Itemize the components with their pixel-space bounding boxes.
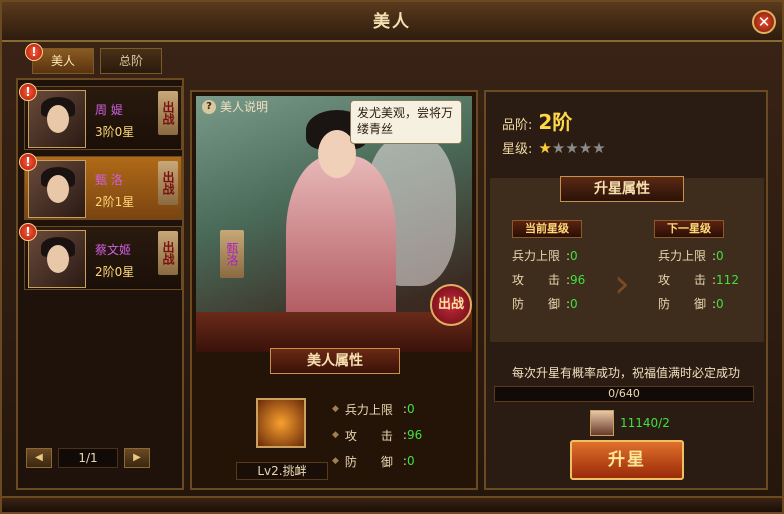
stat-value: 0 [716, 249, 724, 263]
stat-label: 防 御 [344, 454, 393, 469]
stat-value: 0 [570, 297, 578, 311]
stat-value: 0 [406, 402, 415, 416]
beauty-card[interactable]: 周 媞 3阶0星 出战 ! [19, 83, 182, 150]
star-empty-icon: ★ [578, 138, 593, 157]
stat-row: ◆ 防 御:0 [332, 454, 415, 469]
stat-label: 防 御 [512, 297, 561, 311]
beauty-detail: ? 美人说明 发尤美观，尝将万缕青丝 甄洛 出战 美人属性 Lv2.挑衅 ◆ 兵力… [190, 90, 478, 490]
star-row: 星级: ★★★★★ [502, 138, 606, 158]
star-empty-icon: ★ [551, 138, 566, 157]
fight-button[interactable]: 出战 [430, 284, 472, 326]
stat-value: 0 [406, 454, 415, 468]
beauty-name-vertical: 甄洛 [220, 230, 244, 278]
beauty-window: 美人 ✕ 美人 ! 总阶 周 媞 3阶0星 出战 ! 甄 洛 2阶1星 出战 !… [0, 0, 784, 514]
stat-label: 防 御 [658, 297, 707, 311]
alert-badge-icon: ! [19, 83, 37, 101]
stat-label: 兵力上限 [344, 402, 393, 417]
deploy-tag[interactable]: 出战 [158, 91, 178, 135]
upgrade-star-button[interactable]: 升星 [570, 440, 684, 480]
alert-badge-icon: ! [19, 153, 37, 171]
tab-beauty-label: 美人 [50, 54, 75, 68]
beauty-level: 2阶1星 [95, 195, 135, 209]
pager: ◀ 1/1 ▶ [26, 448, 150, 468]
page-number: 1/1 [58, 448, 118, 468]
skill-icon[interactable] [256, 398, 306, 448]
next-page-button[interactable]: ▶ [124, 448, 150, 468]
stat-value: 112 [716, 273, 739, 287]
tab-bar: 美人 ! 总阶 [25, 43, 162, 74]
beauty-card-selected[interactable]: 甄 洛 2阶1星 出战 ! [19, 153, 182, 220]
grade-label: 品阶: [502, 118, 533, 133]
beauty-list: 周 媞 3阶0星 出战 ! 甄 洛 2阶1星 出战 ! 蔡文姬 2阶0星 出战 … [16, 78, 184, 490]
title-bar: 美人 ✕ [2, 2, 782, 42]
next-stats: 兵力上限:0 攻 击:112 防 御:0 [658, 244, 739, 316]
grade-value: 2阶 [538, 110, 573, 134]
arrow-right-icon: › [614, 261, 630, 307]
beauty-name: 周 媞 [95, 103, 123, 117]
beauty-stats: ◆ 兵力上限:0 ◆ 攻 击:96 ◆ 防 御:0 [332, 396, 422, 474]
tab-beauty[interactable]: 美人 ! [25, 43, 94, 74]
upgrade-attr-title: 升星属性 [560, 176, 684, 202]
question-icon: ? [202, 99, 216, 114]
stat-label: 攻 击 [344, 428, 393, 443]
deploy-tag[interactable]: 出战 [158, 161, 178, 205]
alert-badge-icon: ! [25, 43, 43, 61]
cost-value: 11140/2 [620, 416, 670, 430]
upgrade-cost: 11140/2 [590, 410, 670, 436]
beauty-portrait [28, 230, 86, 288]
speech-bubble: 发尤美观，尝将万缕青丝 [350, 100, 462, 144]
bottom-bar [2, 496, 782, 512]
current-star-title: 当前星级 [512, 220, 582, 238]
close-button[interactable]: ✕ [752, 10, 776, 34]
star-empty-icon: ★ [565, 138, 579, 157]
diamond-icon: ◆ [332, 430, 339, 440]
help-label: 美人说明 [220, 100, 269, 114]
stat-label: 攻 击 [512, 273, 561, 287]
star-label: 星级: [502, 142, 533, 157]
current-stats: 兵力上限:0 攻 击:96 防 御:0 [512, 244, 585, 316]
star-upgrade-panel: 品阶: 2阶 星级: ★★★★★ 升星属性 当前星级 下一星级 兵力上限:0 攻… [484, 90, 768, 490]
beauty-portrait [28, 160, 86, 218]
beauty-portrait [28, 90, 86, 148]
stat-label: 兵力上限 [512, 249, 561, 263]
stat-label: 兵力上限 [658, 249, 707, 263]
beauty-name: 蔡文姬 [95, 243, 132, 257]
beauty-attr-title: 美人属性 [270, 348, 400, 374]
beauty-card[interactable]: 蔡文姬 2阶0星 出战 ! [19, 223, 182, 290]
stat-label: 攻 击 [658, 273, 707, 287]
beauty-name: 甄 洛 [95, 173, 123, 187]
material-icon [590, 410, 614, 436]
window-title: 美人 [373, 12, 411, 32]
stat-row: ◆ 攻 击:96 [332, 428, 423, 443]
next-star-title: 下一星级 [654, 220, 724, 238]
star-filled-icon: ★ [538, 138, 552, 157]
stat-value: 0 [716, 297, 724, 311]
blessing-hint: 每次升星有概率成功，祝福值满时必定成功 [511, 366, 740, 380]
help-link[interactable]: ? 美人说明 [202, 98, 268, 115]
deploy-tag[interactable]: 出战 [158, 231, 178, 275]
star-rating: ★★★★★ [538, 139, 605, 157]
stat-value: 0 [570, 249, 578, 263]
beauty-level: 3阶0星 [95, 125, 135, 139]
tab-total-rank[interactable]: 总阶 [100, 48, 162, 74]
grade-row: 品阶: 2阶 [502, 106, 572, 135]
prev-page-button[interactable]: ◀ [26, 448, 52, 468]
diamond-icon: ◆ [332, 456, 339, 466]
beauty-level: 2阶0星 [95, 265, 135, 279]
stat-value: 96 [406, 428, 423, 442]
blessing-progress-bar: 0/640 [494, 386, 754, 402]
stat-value: 96 [570, 273, 586, 287]
alert-badge-icon: ! [19, 223, 37, 241]
tab-total-rank-label: 总阶 [118, 54, 143, 68]
skill-label: Lv2.挑衅 [236, 462, 328, 480]
stat-row: ◆ 兵力上限:0 [332, 402, 415, 417]
star-empty-icon: ★ [592, 138, 606, 157]
diamond-icon: ◆ [332, 404, 339, 414]
